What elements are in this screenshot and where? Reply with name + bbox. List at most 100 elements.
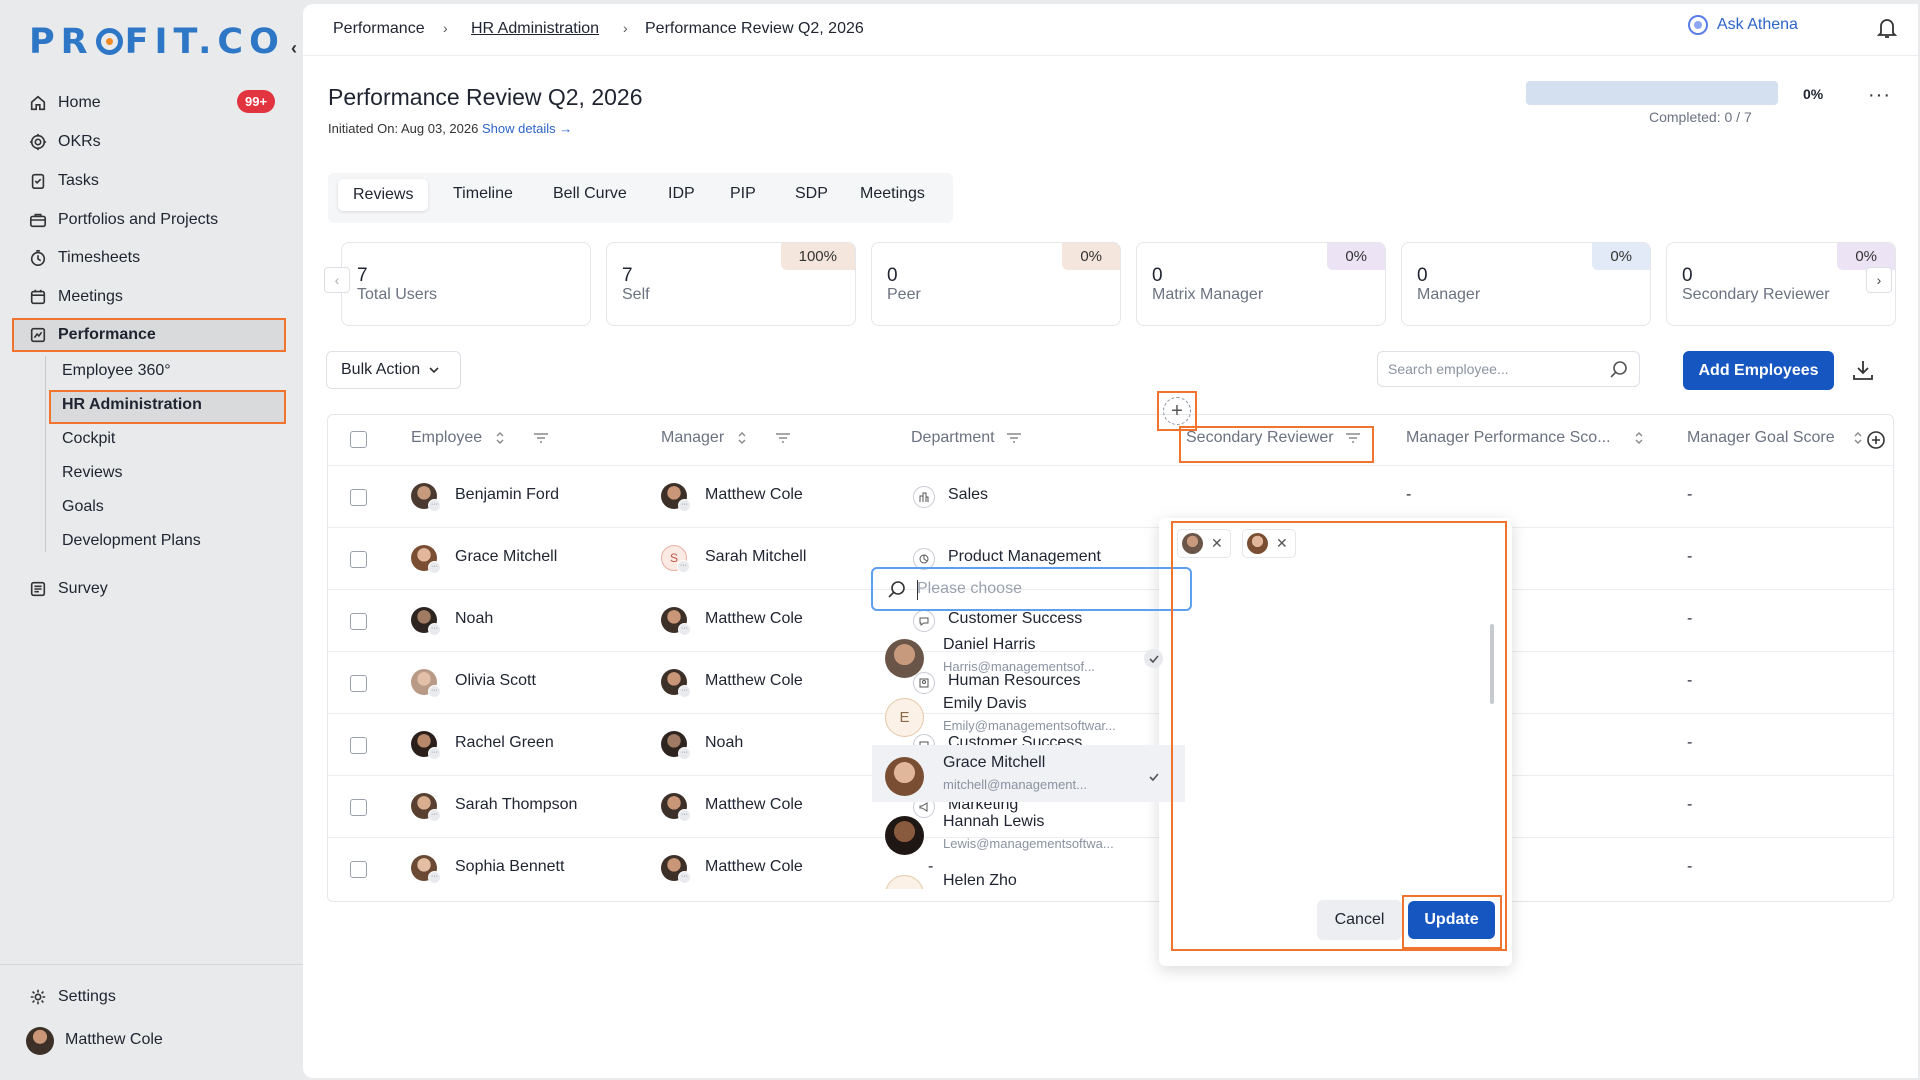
column-header-employee[interactable]: Employee: [411, 429, 550, 447]
sidebar-item-settings[interactable]: Settings: [28, 983, 116, 1011]
reviewer-option[interactable]: Hannah Lewis Lewis@managementsoftwa...: [872, 804, 1185, 861]
more-options-icon[interactable]: ···: [1868, 84, 1891, 107]
tab-reviews[interactable]: Reviews: [338, 179, 429, 211]
tab-pip[interactable]: PIP: [730, 185, 756, 203]
employee-name[interactable]: Benjamin Ford: [455, 486, 559, 504]
user-name[interactable]: Matthew Cole: [65, 1026, 163, 1054]
reviewer-option[interactable]: E Emily Davis Emily@managementsoftwar...: [872, 686, 1185, 743]
select-all-checkbox[interactable]: [350, 431, 367, 448]
column-header-department[interactable]: Department: [911, 429, 1023, 447]
reviewer-email: mitchell@management...: [943, 777, 1087, 792]
add-secondary-reviewer-button[interactable]: +: [1157, 391, 1197, 431]
show-details-link[interactable]: Show details →: [482, 121, 572, 136]
selected-reviewer-chip[interactable]: ✕: [1177, 529, 1231, 558]
reviewer-option[interactable]: Daniel Harris Harris@managementsof...: [872, 627, 1185, 684]
remove-chip-icon[interactable]: ✕: [1211, 535, 1223, 552]
user-avatar[interactable]: [26, 1027, 54, 1055]
selected-reviewer-chip[interactable]: ✕: [1242, 529, 1296, 558]
subnav-reviews[interactable]: Reviews: [62, 464, 122, 482]
sidebar-item-meetings[interactable]: Meetings: [28, 283, 123, 311]
remove-chip-icon[interactable]: ✕: [1276, 535, 1288, 552]
tab-idp[interactable]: IDP: [668, 185, 695, 203]
reviewer-email: Harris@managementsof...: [943, 659, 1095, 674]
reviewer-search-input[interactable]: Please choose: [871, 567, 1192, 611]
column-header-secondary-reviewer[interactable]: Secondary Reviewer: [1186, 429, 1362, 447]
row-checkbox[interactable]: [350, 613, 367, 630]
row-checkbox[interactable]: [350, 861, 367, 878]
tab-bell-curve[interactable]: Bell Curve: [553, 185, 627, 203]
bulk-action-dropdown[interactable]: Bulk Action: [326, 351, 461, 389]
sidebar-item-portfolios[interactable]: Portfolios and Projects: [28, 206, 218, 234]
dropdown-scrollbar[interactable]: [1490, 624, 1494, 704]
breadcrumb-performance[interactable]: Performance: [333, 20, 425, 38]
subnav-goals[interactable]: Goals: [62, 498, 104, 516]
reviewer-name: Grace Mitchell: [943, 754, 1046, 771]
scroll-right-icon[interactable]: ›: [1866, 267, 1892, 293]
manager-avatar: ···: [661, 669, 691, 698]
cancel-button[interactable]: Cancel: [1317, 900, 1402, 940]
stat-card-total-users[interactable]: 7 Total Users: [341, 242, 591, 326]
sidebar-item-label: Settings: [58, 988, 116, 1005]
profit-co-logo[interactable]: PR FIT.CO: [29, 22, 285, 62]
reviewer-option[interactable]: Helen Zho: [872, 863, 1185, 889]
tab-timeline[interactable]: Timeline: [453, 185, 513, 203]
subnav-cockpit[interactable]: Cockpit: [62, 430, 115, 448]
ask-athena-button[interactable]: Ask Athena: [1688, 15, 1798, 35]
row-checkbox[interactable]: [350, 489, 367, 506]
reviewer-option[interactable]: Grace Mitchell mitchell@management...: [872, 745, 1185, 802]
collapse-sidebar-icon[interactable]: ‹: [291, 38, 297, 59]
table-row[interactable]: ··· Benjamin Ford ··· Matthew Cole Sales…: [328, 465, 1895, 527]
sort-icon[interactable]: [1621, 431, 1651, 445]
stat-percent: 0%: [1837, 243, 1895, 270]
stat-value: 0: [887, 265, 898, 286]
initiated-date: Initiated On: Aug 03, 2026 Show details …: [328, 121, 572, 136]
employee-name[interactable]: Grace Mitchell: [455, 548, 557, 566]
filter-icon[interactable]: [532, 431, 550, 445]
tab-meetings[interactable]: Meetings: [860, 185, 925, 203]
add-column-icon[interactable]: [1866, 430, 1886, 455]
subnav-employee-360[interactable]: Employee 360°: [62, 362, 171, 380]
sidebar-item-home[interactable]: Home: [28, 89, 101, 117]
filter-icon[interactable]: [1344, 431, 1362, 445]
scroll-left-icon[interactable]: ‹: [324, 267, 350, 293]
column-header-manager[interactable]: Manager: [661, 429, 792, 447]
employee-avatar: ···: [411, 483, 441, 512]
search-employee-input[interactable]: Search employee...: [1377, 351, 1640, 387]
employee-name[interactable]: Noah: [455, 610, 493, 628]
sort-icon[interactable]: [734, 431, 764, 445]
tab-sdp[interactable]: SDP: [795, 185, 828, 203]
sidebar-item-okrs[interactable]: OKRs: [28, 128, 101, 156]
row-checkbox[interactable]: [350, 675, 367, 692]
employee-name[interactable]: Rachel Green: [455, 734, 554, 752]
row-checkbox[interactable]: [350, 551, 367, 568]
row-checkbox[interactable]: [350, 799, 367, 816]
employee-name[interactable]: Olivia Scott: [455, 672, 536, 690]
filter-icon[interactable]: [1005, 431, 1023, 445]
column-header-manager-performance-score[interactable]: Manager Performance Sco...: [1406, 429, 1651, 447]
sidebar-item-label: Timesheets: [58, 249, 141, 266]
subnav-hr-administration[interactable]: HR Administration: [62, 396, 202, 414]
add-employees-button[interactable]: Add Employees: [1683, 351, 1834, 390]
sidebar-item-tasks[interactable]: Tasks: [28, 167, 99, 195]
update-button[interactable]: Update: [1408, 901, 1495, 939]
sidebar-item-performance[interactable]: Performance: [28, 321, 156, 349]
row-checkbox[interactable]: [350, 737, 367, 754]
breadcrumb-hr-administration[interactable]: HR Administration: [471, 20, 599, 38]
stat-card-self[interactable]: 7 Self 100%: [606, 242, 856, 326]
stat-card-matrix-manager[interactable]: 0 Matrix Manager 0%: [1136, 242, 1386, 326]
bell-icon[interactable]: [1876, 16, 1898, 45]
sidebar-item-timesheets[interactable]: Timesheets: [28, 244, 140, 272]
sidebar-item-survey[interactable]: Survey: [28, 575, 108, 603]
stat-card-secondary-reviewer[interactable]: 0 Secondary Reviewer 0%: [1666, 242, 1896, 326]
stat-card-peer[interactable]: 0 Peer 0%: [871, 242, 1121, 326]
stat-card-manager[interactable]: 0 Manager 0%: [1401, 242, 1651, 326]
filter-icon[interactable]: [774, 431, 792, 445]
header-label: Manager Performance Sco...: [1406, 429, 1611, 446]
download-icon[interactable]: [1851, 358, 1875, 387]
employee-name[interactable]: Sarah Thompson: [455, 796, 577, 814]
column-header-manager-goal-score[interactable]: Manager Goal Score: [1687, 429, 1869, 447]
sort-icon[interactable]: [492, 431, 522, 445]
gear-icon: [28, 987, 48, 1007]
subnav-development-plans[interactable]: Development Plans: [62, 532, 201, 550]
employee-name[interactable]: Sophia Bennett: [455, 858, 564, 876]
